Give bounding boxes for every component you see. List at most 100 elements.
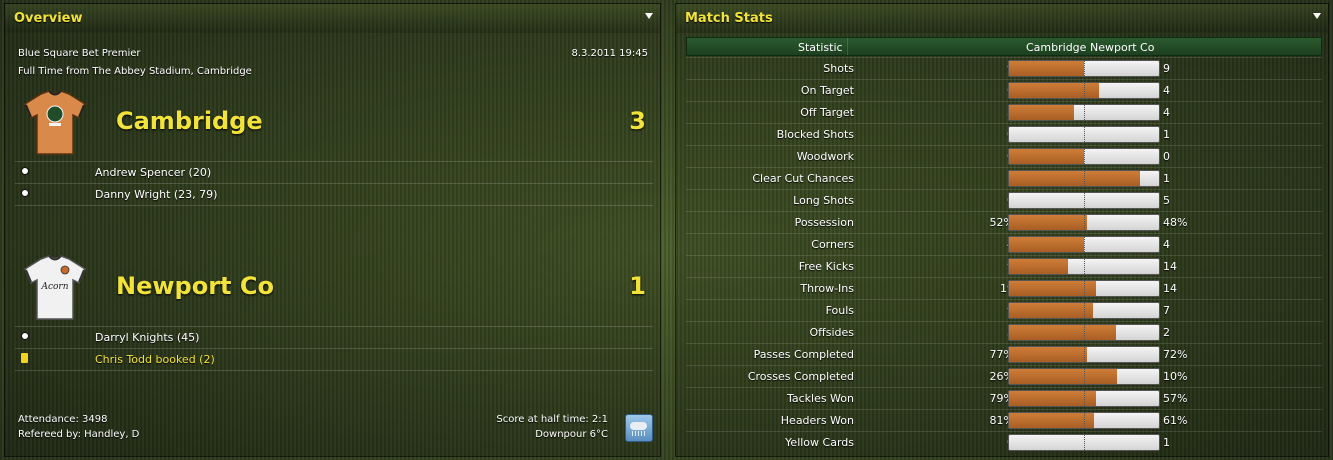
stat-bar-midline (1084, 325, 1085, 340)
stat-label: Clear Cut Chances (752, 172, 854, 185)
match-stats-menu-chevron-down-icon[interactable] (1313, 13, 1321, 19)
stat-label: Fouls (825, 304, 854, 317)
stat-home-bar-fill (1009, 347, 1087, 362)
stat-home-bar-fill (1009, 105, 1074, 120)
stat-away-value: 1 (1163, 172, 1170, 185)
referee[interactable]: Refereed by: Handley, D (18, 429, 139, 440)
stat-home-bar-fill (1009, 215, 1087, 230)
stat-bar-midline (1084, 413, 1085, 428)
stat-home-bar-fill (1009, 171, 1140, 186)
stat-away-value: 4 (1163, 106, 1170, 119)
stat-row: Blocked Shots01 (686, 123, 1322, 146)
home-events-divider (15, 205, 653, 206)
event-text[interactable]: Danny Wright (23, 79) (95, 188, 217, 201)
stat-away-value: 14 (1163, 260, 1177, 273)
stats-header-statistic[interactable]: Statistic (798, 41, 843, 54)
stat-label: Tackles Won (786, 392, 854, 405)
stat-comparison-bar (1008, 280, 1160, 297)
stat-home-bar-fill (1009, 237, 1084, 252)
stat-comparison-bar (1008, 236, 1160, 253)
yellow-card-icon (21, 353, 28, 363)
stat-comparison-bar (1008, 302, 1160, 319)
stat-bar-midline (1084, 215, 1085, 230)
stat-comparison-bar (1008, 258, 1160, 275)
stat-comparison-bar (1008, 412, 1160, 429)
stat-label: Crosses Completed (747, 370, 854, 383)
stat-bar-midline (1084, 171, 1085, 186)
stat-bar-midline (1084, 347, 1085, 362)
home-team-name[interactable]: Cambridge (116, 107, 263, 135)
away-team-score: 1 (629, 272, 646, 300)
stat-row: Woodwork00 (686, 145, 1322, 168)
stat-row: Offsides52 (686, 321, 1322, 344)
away-kit-sponsor-text: Acorn (40, 282, 68, 292)
overview-header: Overview (5, 4, 660, 33)
away-event-row: Chris Todd booked (2) (15, 348, 653, 371)
overview-panel: Overview Blue Square Bet Premier 8.3.201… (4, 3, 661, 457)
goal-ball-icon (21, 189, 29, 197)
venue-line: Full Time from The Abbey Stadium, Cambri… (18, 66, 252, 77)
stat-row: Corners44 (686, 233, 1322, 256)
weather-text: Downpour 6°C (535, 429, 608, 440)
stat-home-bar-fill (1009, 83, 1099, 98)
stat-label: Corners (811, 238, 854, 251)
stat-row: Off Target34 (686, 101, 1322, 124)
stat-label: Possession (794, 216, 854, 229)
stat-away-value: 7 (1163, 304, 1170, 317)
away-kit-shirt-icon: Acorn (19, 253, 91, 323)
stat-label: Long Shots (793, 194, 854, 207)
overview-title: Overview (14, 11, 83, 26)
stat-away-value: 61% (1163, 414, 1188, 427)
stat-comparison-bar (1008, 148, 1160, 165)
stat-away-value: 72% (1163, 348, 1188, 361)
stat-home-bar-fill (1009, 149, 1084, 164)
stat-bar-midline (1084, 259, 1085, 274)
stat-away-value: 4 (1163, 84, 1170, 97)
stat-away-value: 10% (1163, 370, 1188, 383)
overview-menu-chevron-down-icon[interactable] (645, 13, 653, 19)
stats-header-home[interactable]: Cambridge (1026, 41, 1086, 54)
stat-row: Crosses Completed 26% 10% (686, 365, 1322, 388)
stat-row: On Target64 (686, 79, 1322, 102)
stat-bar-midline (1084, 149, 1085, 164)
stat-label: Blocked Shots (776, 128, 854, 141)
stat-bar-midline (1084, 435, 1085, 450)
stat-label: Off Target (800, 106, 854, 119)
stat-comparison-bar (1008, 192, 1160, 209)
stat-row: Possession 52% 48% (686, 211, 1322, 234)
stat-home-bar-fill (1009, 391, 1096, 406)
stat-bar-midline (1084, 237, 1085, 252)
stat-home-bar-fill (1009, 61, 1084, 76)
stats-header-row: Statistic Cambridge Newport Co (686, 37, 1322, 56)
stat-away-value: 57% (1163, 392, 1188, 405)
match-stats-panel: Match Stats Statistic Cambridge Newport … (675, 3, 1329, 457)
stat-label: On Target (800, 84, 854, 97)
stat-label: Passes Completed (753, 348, 854, 361)
stat-away-value: 1 (1163, 436, 1170, 449)
stat-home-bar-fill (1009, 303, 1093, 318)
stat-comparison-bar (1008, 82, 1160, 99)
stat-label: Yellow Cards (785, 436, 854, 449)
home-event-row: Andrew Spencer (20) (15, 161, 653, 184)
event-text[interactable]: Andrew Spencer (20) (95, 166, 211, 179)
stats-header-away[interactable]: Newport Co (1090, 41, 1154, 54)
match-datetime: 8.3.2011 19:45 (571, 48, 648, 59)
stat-away-value: 9 (1163, 62, 1170, 75)
stat-label: Headers Won (780, 414, 854, 427)
rain-cloud-icon (625, 414, 653, 442)
event-text[interactable]: Chris Todd booked (2) (95, 353, 215, 366)
stat-home-bar-fill (1009, 413, 1094, 428)
stat-bar-midline (1084, 281, 1085, 296)
stat-row: Headers Won 81% 61% (686, 409, 1322, 432)
stat-label: Offsides (809, 326, 854, 339)
away-team-name[interactable]: Newport Co (116, 272, 274, 300)
stat-label: Free Kicks (798, 260, 854, 273)
event-text[interactable]: Darryl Knights (45) (95, 331, 199, 344)
stat-row: Passes Completed 77% 72% (686, 343, 1322, 366)
home-event-row: Danny Wright (23, 79) (15, 183, 653, 206)
stat-comparison-bar (1008, 214, 1160, 231)
stat-home-bar-fill (1009, 325, 1116, 340)
stat-bar-midline (1084, 127, 1085, 142)
stat-away-value: 4 (1163, 238, 1170, 251)
stat-bar-midline (1084, 61, 1085, 76)
